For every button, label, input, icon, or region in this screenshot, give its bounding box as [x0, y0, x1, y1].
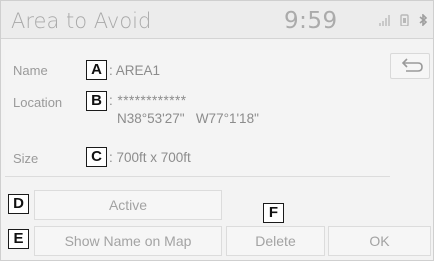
- delete-button[interactable]: Delete: [226, 226, 325, 256]
- clock: 9:59: [284, 8, 338, 34]
- page-title: Area to Avoid: [11, 9, 152, 33]
- callout-b: B: [86, 91, 107, 111]
- location-label: Location: [13, 95, 63, 110]
- status-icons: [379, 14, 428, 26]
- location-row[interactable]: Location B : ************ N38°53'27" W77…: [5, 85, 390, 141]
- return-arrow-icon: [401, 58, 423, 72]
- size-value: : 700ft x 700ft: [109, 150, 191, 165]
- active-button[interactable]: Active: [34, 190, 222, 220]
- size-row[interactable]: Size C : 700ft x 700ft: [5, 135, 390, 177]
- name-value: : AREA1: [109, 63, 161, 78]
- show-name-on-map-button[interactable]: Show Name on Map: [34, 226, 222, 256]
- phone-icon: [400, 14, 409, 26]
- name-label: Name: [13, 63, 48, 78]
- area-to-avoid-screen: Area to Avoid 9:59 Name A : AREA1 Locati…: [0, 0, 434, 261]
- size-label: Size: [13, 151, 39, 166]
- callout-a: A: [86, 60, 107, 80]
- callout-c: C: [86, 147, 107, 167]
- back-button[interactable]: [390, 53, 430, 79]
- location-coordinates: N38°53'27" W77°1'18": [117, 111, 259, 126]
- ok-button[interactable]: OK: [328, 226, 431, 256]
- header-bar: Area to Avoid 9:59: [1, 1, 433, 39]
- bluetooth-icon: [419, 14, 428, 26]
- callout-d: D: [8, 194, 29, 214]
- signal-bars-icon: [379, 15, 390, 26]
- location-masked: : ************: [109, 93, 187, 108]
- callout-f: F: [263, 203, 284, 223]
- callout-e: E: [8, 229, 29, 249]
